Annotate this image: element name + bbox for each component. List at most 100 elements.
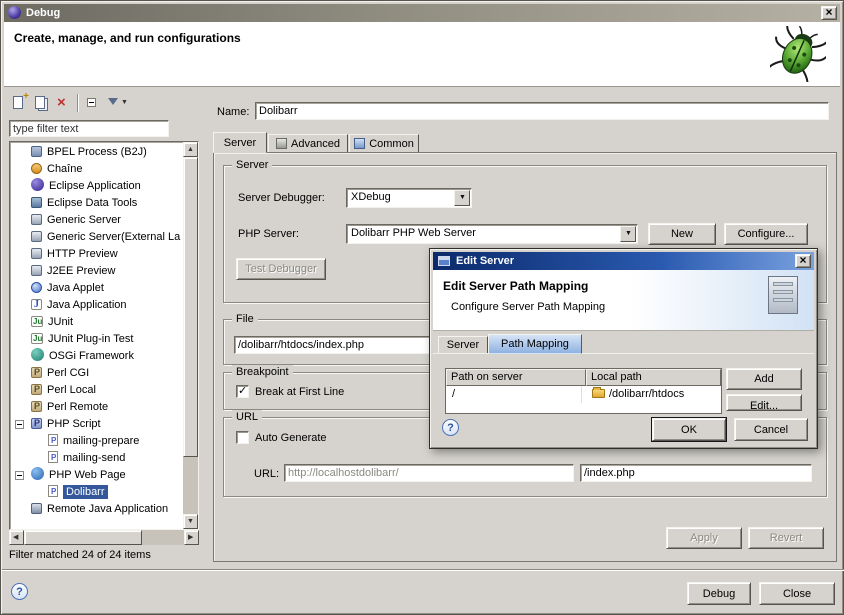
server-debugger-select[interactable]: XDebug bbox=[346, 188, 472, 208]
new-server-button[interactable]: New bbox=[648, 223, 716, 245]
collapse-toggle-icon[interactable] bbox=[15, 420, 24, 429]
break-first-line-label: Break at First Line bbox=[255, 386, 344, 398]
debug-dialog-icon bbox=[8, 6, 21, 19]
tree-item[interactable]: Perl CGI bbox=[11, 365, 182, 382]
tree-item[interactable]: Eclipse Data Tools bbox=[11, 195, 182, 212]
tree-item[interactable]: Eclipse Application bbox=[11, 178, 182, 195]
scroll-up-icon[interactable] bbox=[183, 142, 198, 157]
server-rack-icon bbox=[768, 276, 798, 314]
new-configuration-icon[interactable] bbox=[9, 93, 29, 113]
url-group-title: URL bbox=[232, 410, 262, 424]
close-button[interactable]: Close bbox=[759, 582, 835, 605]
tree-vertical-scrollbar[interactable] bbox=[183, 142, 198, 529]
dialog-close-icon[interactable] bbox=[795, 254, 811, 268]
tree-item[interactable]: Java Applet bbox=[11, 280, 182, 297]
edit-mapping-button[interactable]: Edit... bbox=[726, 394, 802, 411]
filter-status: Filter matched 24 of 24 items bbox=[9, 549, 151, 561]
dialog-tab-path-mapping[interactable]: Path Mapping bbox=[488, 334, 582, 354]
ok-button[interactable]: OK bbox=[652, 418, 726, 441]
break-first-line-checkbox[interactable] bbox=[236, 385, 249, 398]
tab-common[interactable]: Common bbox=[349, 134, 419, 153]
tab-advanced[interactable]: Advanced bbox=[268, 134, 348, 153]
tree-item[interactable]: HTTP Preview bbox=[11, 246, 182, 263]
duplicate-configuration-icon[interactable] bbox=[31, 93, 51, 113]
help-icon[interactable] bbox=[11, 583, 28, 600]
tree-rows: BPEL Process (B2J) Chaîne Eclipse Applic… bbox=[11, 144, 182, 527]
tree-item[interactable]: OSGi Framework bbox=[11, 348, 182, 365]
column-header-path-on-server[interactable]: Path on server bbox=[446, 369, 586, 386]
server-icon bbox=[31, 231, 42, 242]
tree-item[interactable]: Java Application bbox=[11, 297, 182, 314]
tree-horizontal-scrollbar[interactable] bbox=[9, 530, 199, 545]
osgi-icon bbox=[31, 348, 44, 361]
cancel-button[interactable]: Cancel bbox=[734, 418, 808, 441]
tree-item[interactable]: JUnit Plug-in Test bbox=[11, 331, 182, 348]
tree-item[interactable]: Chaîne bbox=[11, 161, 182, 178]
filter-input[interactable] bbox=[9, 120, 169, 137]
tree-item[interactable]: Generic Server bbox=[11, 212, 182, 229]
scrollbar-thumb[interactable] bbox=[24, 530, 142, 545]
apply-button[interactable]: Apply bbox=[666, 527, 742, 549]
tree-item-label: mailing-prepare bbox=[63, 435, 139, 447]
cell-local-path: /dolibarr/htdocs bbox=[592, 386, 684, 403]
bug-icon bbox=[770, 26, 826, 82]
dialog-heading: Edit Server Path Mapping bbox=[443, 279, 588, 293]
scrollbar-thumb[interactable] bbox=[183, 157, 198, 457]
column-header-local-path[interactable]: Local path bbox=[586, 369, 721, 386]
tree-item[interactable]: J2EE Preview bbox=[11, 263, 182, 280]
debug-configurations-window: Debug Create, manage, and run configurat… bbox=[0, 0, 844, 615]
junit-icon bbox=[31, 333, 43, 344]
delete-configuration-icon[interactable] bbox=[53, 93, 73, 113]
footer-separator bbox=[2, 569, 844, 571]
dialog-subheading: Configure Server Path Mapping bbox=[451, 301, 605, 313]
tab-label: Server bbox=[447, 337, 479, 354]
collapse-all-icon[interactable] bbox=[83, 93, 103, 113]
scroll-down-icon[interactable] bbox=[183, 514, 198, 529]
tree-item[interactable]: PHP Web Page bbox=[11, 467, 182, 484]
dialog-tab-server[interactable]: Server bbox=[438, 336, 488, 354]
chevron-down-icon[interactable] bbox=[454, 190, 470, 206]
window-title: Debug bbox=[26, 4, 60, 22]
tree-item-label: JUnit Plug-in Test bbox=[48, 333, 133, 345]
scroll-right-icon[interactable] bbox=[184, 530, 199, 545]
revert-button[interactable]: Revert bbox=[748, 527, 824, 549]
test-debugger-button[interactable]: Test Debugger bbox=[236, 258, 326, 280]
tree-item[interactable]: Perl Remote bbox=[11, 399, 182, 416]
tree-item[interactable]: PHP Script bbox=[11, 416, 182, 433]
debug-button[interactable]: Debug bbox=[687, 582, 751, 605]
tree-item-label: HTTP Preview bbox=[47, 248, 118, 260]
title-bar[interactable]: Debug bbox=[4, 4, 840, 22]
base-url-input[interactable] bbox=[284, 464, 574, 482]
page-title: Create, manage, and run configurations bbox=[14, 31, 241, 45]
dialog-help-icon[interactable] bbox=[442, 419, 459, 436]
url-path-input[interactable] bbox=[580, 464, 812, 482]
toolbar-separator bbox=[77, 94, 79, 112]
tree-item-selected[interactable]: Dolibarr bbox=[11, 484, 182, 501]
tree-item[interactable]: Perl Local bbox=[11, 382, 182, 399]
configure-server-button[interactable]: Configure... bbox=[724, 223, 808, 245]
tree-item[interactable]: Remote Java Application bbox=[11, 501, 182, 518]
auto-generate-checkbox[interactable] bbox=[236, 431, 249, 444]
dialog-window-icon bbox=[438, 256, 450, 266]
close-icon[interactable] bbox=[821, 6, 837, 20]
scroll-left-icon[interactable] bbox=[9, 530, 24, 545]
tree-item[interactable]: mailing-send bbox=[11, 450, 182, 467]
tree-item[interactable]: Generic Server(External La bbox=[11, 229, 182, 246]
chevron-down-icon[interactable] bbox=[620, 226, 636, 242]
add-mapping-button[interactable]: Add bbox=[726, 368, 802, 390]
table-row[interactable]: / /dolibarr/htdocs bbox=[446, 386, 721, 403]
name-input[interactable] bbox=[255, 102, 829, 120]
tree-item-label: Java Application bbox=[47, 299, 127, 311]
tree-item[interactable]: mailing-prepare bbox=[11, 433, 182, 450]
tree-item[interactable]: JUnit bbox=[11, 314, 182, 331]
dialog-title-bar[interactable]: Edit Server bbox=[433, 252, 814, 270]
tree-item-label: Eclipse Data Tools bbox=[47, 197, 137, 209]
sidebar-toolbar bbox=[9, 91, 199, 115]
tab-server[interactable]: Server bbox=[213, 132, 267, 153]
perl-icon bbox=[31, 384, 42, 395]
tree-item[interactable]: BPEL Process (B2J) bbox=[11, 144, 182, 161]
tree-item-label: J2EE Preview bbox=[47, 265, 115, 277]
php-server-select[interactable]: Dolibarr PHP Web Server bbox=[346, 224, 638, 244]
collapse-toggle-icon[interactable] bbox=[15, 471, 24, 480]
filter-menu-icon[interactable] bbox=[105, 93, 135, 113]
